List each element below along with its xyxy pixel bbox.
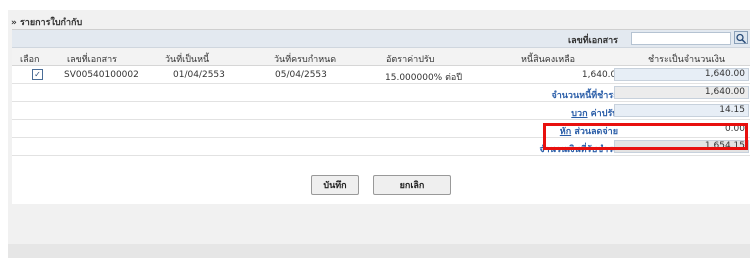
fine-label-group: บวก ค่าปรับ bbox=[571, 106, 618, 120]
search-icon bbox=[736, 33, 747, 44]
fine-row: บวก ค่าปรับ 14.15 bbox=[12, 102, 750, 120]
fine-input[interactable]: 14.15 bbox=[614, 104, 749, 117]
col-debt-date: วันที่เป็นหนี้ bbox=[165, 55, 210, 65]
row-fine-rate: 15.000000% ต่อปี bbox=[385, 73, 463, 83]
fine-add-link[interactable]: บวก bbox=[571, 109, 587, 119]
search-bar: เลขที่เอกสาร bbox=[12, 30, 750, 48]
highlight-box bbox=[543, 123, 748, 150]
total-due-label: จำนวนหนี้ที่ชำระ bbox=[551, 91, 618, 101]
search-input[interactable] bbox=[631, 32, 731, 45]
row-debt-date: 01/04/2553 bbox=[173, 70, 225, 80]
col-select: เลือก bbox=[20, 55, 40, 65]
search-button[interactable] bbox=[734, 31, 748, 44]
cancel-button[interactable]: ยกเลิก bbox=[373, 175, 451, 195]
total-due-value: 1,640.00 bbox=[614, 86, 749, 99]
save-button[interactable]: บันทึก bbox=[311, 175, 359, 195]
row-checkbox[interactable]: ✓ bbox=[32, 69, 43, 80]
row-doc-no: SV00540100002 bbox=[64, 70, 139, 80]
col-due-date: วันที่ครบกำหนด bbox=[274, 55, 337, 65]
table-header: เลือก เลขที่เอกสาร วันที่เป็นหนี้ วันที่… bbox=[12, 48, 750, 66]
col-fine-rate: อัตราค่าปรับ bbox=[386, 55, 435, 65]
section-title: » รายการใบกำกับ bbox=[11, 18, 83, 28]
table-row[interactable]: ✓ SV00540100002 01/04/2553 05/04/2553 15… bbox=[12, 66, 750, 84]
row-due-date: 05/04/2553 bbox=[275, 70, 327, 80]
search-label: เลขที่เอกสาร bbox=[568, 36, 618, 46]
col-remaining: หนี้สินคงเหลือ bbox=[521, 55, 576, 65]
footer-band bbox=[8, 244, 750, 258]
col-pay-amount: ชำระเป็นจำนวนเงิน bbox=[648, 55, 726, 65]
total-due-row: จำนวนหนี้ที่ชำระ 1,640.00 bbox=[12, 84, 750, 102]
row-pay-input[interactable]: 1,640.00 bbox=[614, 68, 749, 81]
col-doc-no: เลขที่เอกสาร bbox=[67, 55, 117, 65]
